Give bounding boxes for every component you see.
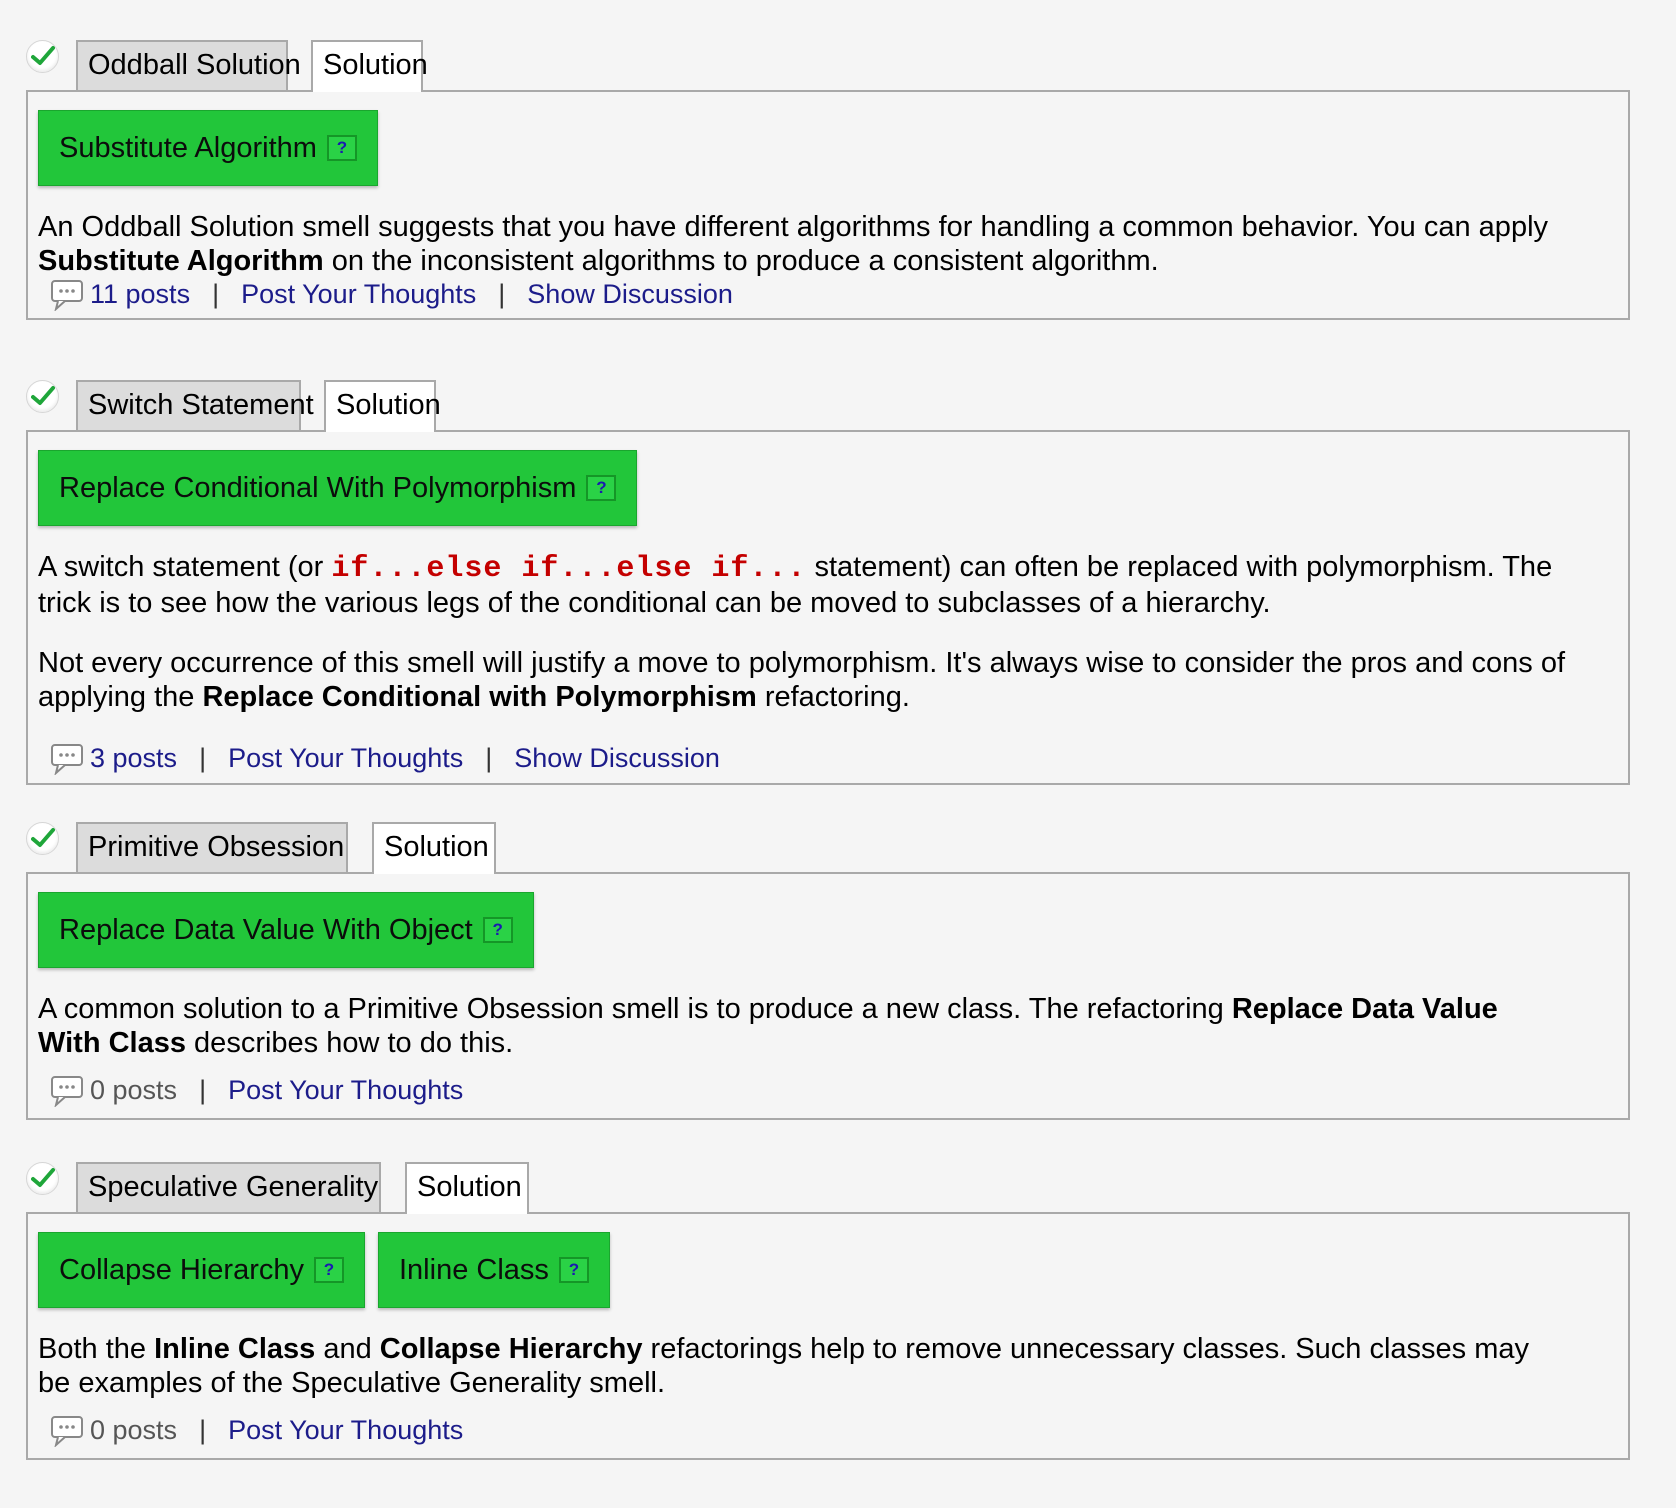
speech-bubble-icon: [50, 277, 86, 312]
discussion-bar: 11 posts | Post Your Thoughts | Show Dis…: [50, 274, 733, 314]
question-mark-icon[interactable]: ?: [482, 917, 513, 943]
separator: |: [212, 278, 220, 309]
checkmark-icon: [26, 1162, 59, 1195]
solution-description: An Oddball Solution smell suggests that …: [38, 210, 1568, 278]
solution-tab[interactable]: Solution: [311, 40, 428, 92]
posts-count: 0 posts: [90, 1074, 178, 1105]
posts-count-link[interactable]: 3 posts: [90, 743, 177, 774]
solution-panel: Collapse Hierarchy ? Inline Class ? Both…: [26, 1212, 1630, 1460]
refactoring-label: Inline Class: [399, 1253, 549, 1286]
smell-entry-oddball-solution: Oddball Solution Solution Substitute Alg…: [26, 40, 1630, 320]
separator: |: [498, 278, 506, 309]
refactoring-button-inline-class[interactable]: Inline Class ?: [378, 1232, 610, 1308]
description-text: A switch statement (or: [38, 551, 332, 583]
solution-tab[interactable]: Solution: [324, 380, 441, 432]
description-text: Both the: [38, 1333, 155, 1365]
discussion-bar: 0 posts | Post Your Thoughts: [50, 1070, 463, 1110]
post-your-thoughts-link[interactable]: Post Your Thoughts: [228, 743, 463, 774]
show-discussion-link[interactable]: Show Discussion: [514, 743, 720, 774]
solution-panel: Replace Conditional With Polymorphism ? …: [26, 430, 1630, 785]
solution-description: A common solution to a Primitive Obsessi…: [38, 992, 1568, 1060]
separator: |: [199, 1414, 207, 1445]
refactoring-button-replace-data-value-with-object[interactable]: Replace Data Value With Object ?: [38, 892, 534, 968]
solution-tab[interactable]: Solution: [372, 822, 496, 874]
smell-tab[interactable]: Speculative Generality: [76, 1162, 381, 1212]
speech-bubble-icon: [50, 1073, 86, 1108]
smell-tab[interactable]: Oddball Solution: [76, 40, 301, 90]
refactoring-button-substitute-algorithm[interactable]: Substitute Algorithm ?: [38, 110, 378, 186]
discussion-bar: 3 posts | Post Your Thoughts | Show Disc…: [50, 738, 720, 778]
description-text: describes how to do this.: [186, 1027, 514, 1059]
post-your-thoughts-link[interactable]: Post Your Thoughts: [228, 1415, 463, 1446]
separator: |: [199, 742, 207, 773]
checkmark-icon: [26, 380, 59, 413]
description-text: A common solution to a Primitive Obsessi…: [38, 993, 1232, 1025]
checkmark-icon: [26, 40, 59, 73]
code-snippet: if...else if...else if...: [331, 552, 807, 586]
posts-count: 0 posts: [90, 1414, 178, 1445]
smell-tab[interactable]: Switch Statement: [76, 380, 314, 430]
description-text: An Oddball Solution smell suggests that …: [38, 211, 1549, 243]
refactoring-name: Inline Class: [154, 1333, 316, 1365]
refactoring-name: Substitute Algorithm: [38, 245, 324, 277]
question-mark-icon[interactable]: ?: [558, 1257, 589, 1283]
discussion-bar: 0 posts | Post Your Thoughts: [50, 1410, 463, 1450]
question-mark-icon[interactable]: ?: [314, 1257, 344, 1283]
solution-panel: Replace Data Value With Object ? A commo…: [26, 872, 1630, 1120]
speech-bubble-icon: [50, 741, 86, 776]
question-mark-icon[interactable]: ?: [326, 135, 357, 161]
separator: |: [485, 742, 493, 773]
solution-panel: Substitute Algorithm ? An Oddball Soluti…: [26, 90, 1630, 320]
refactoring-button-replace-conditional-with-polymorphism[interactable]: Replace Conditional With Polymorphism ?: [38, 450, 638, 526]
question-mark-icon[interactable]: ?: [586, 475, 617, 501]
smell-tab[interactable]: Primitive Obsession: [76, 822, 348, 872]
post-your-thoughts-link[interactable]: Post Your Thoughts: [228, 1075, 463, 1106]
solution-description: Both the Inline Class and Collapse Hiera…: [38, 1332, 1568, 1400]
smell-entry-primitive-obsession: Primitive Obsession Solution Replace Dat…: [26, 822, 1630, 1122]
description-text: refactoring.: [756, 681, 910, 713]
smell-solution-list: Oddball Solution Solution Substitute Alg…: [0, 0, 1676, 1508]
refactoring-name: Replace Conditional with Polymorphism: [202, 681, 757, 713]
show-discussion-link[interactable]: Show Discussion: [527, 279, 733, 310]
refactoring-label: Collapse Hierarchy: [59, 1253, 304, 1286]
description-text: on the inconsistent algorithms to produc…: [323, 245, 1159, 277]
refactoring-label: Replace Data Value With Object: [59, 913, 473, 946]
description-text: and: [315, 1333, 380, 1365]
checkmark-icon: [26, 822, 59, 855]
solution-tab[interactable]: Solution: [405, 1162, 529, 1214]
smell-entry-speculative-generality: Speculative Generality Solution Collapse…: [26, 1162, 1630, 1462]
refactoring-label: Replace Conditional With Polymorphism: [59, 471, 577, 504]
refactoring-button-collapse-hierarchy[interactable]: Collapse Hierarchy ?: [38, 1232, 365, 1308]
refactoring-name: Collapse Hierarchy: [379, 1333, 643, 1365]
separator: |: [199, 1074, 207, 1105]
post-your-thoughts-link[interactable]: Post Your Thoughts: [241, 279, 476, 310]
speech-bubble-icon: [50, 1413, 86, 1448]
smell-entry-switch-statement: Switch Statement Solution Replace Condit…: [26, 380, 1630, 785]
solution-description: A switch statement (or if...else if...el…: [38, 550, 1568, 714]
posts-count-link[interactable]: 11 posts: [90, 279, 190, 310]
refactoring-label: Substitute Algorithm: [59, 131, 317, 164]
